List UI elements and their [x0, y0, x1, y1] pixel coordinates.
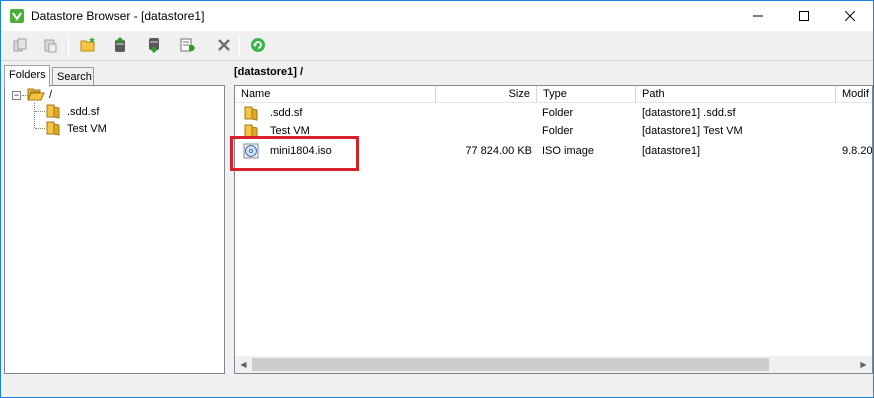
tree-item-test-vm[interactable]: Test VM	[45, 121, 107, 137]
maximize-button[interactable]	[781, 1, 827, 31]
tree-item-label: /	[49, 89, 53, 101]
new-folder-icon	[80, 36, 96, 56]
highlight-annotation	[230, 136, 359, 171]
upload-button[interactable]	[109, 35, 131, 57]
table-row[interactable]: .sdd.sf Folder [datastore1] .sdd.sf	[235, 104, 872, 122]
window-title: Datastore Browser - [datastore1]	[31, 9, 205, 23]
toolbar-separator	[239, 36, 240, 56]
file-type: Folder	[542, 107, 574, 119]
file-modified: 9.8.20	[842, 145, 873, 157]
column-header-row: Name Size Type Path Modif	[235, 86, 872, 103]
delete-button[interactable]	[213, 35, 235, 57]
tree-collapse-toggle[interactable]: −	[12, 91, 21, 100]
tree-connector	[34, 103, 35, 128]
title-bar: Datastore Browser - [datastore1]	[1, 1, 873, 31]
tree-item-label: .sdd.sf	[67, 106, 100, 118]
panel-splitter[interactable]	[227, 63, 233, 375]
minimize-button[interactable]	[735, 1, 781, 31]
file-type: ISO image	[542, 145, 594, 157]
download-icon	[146, 37, 162, 56]
scroll-left-arrow[interactable]: ◀	[235, 356, 252, 373]
delete-icon	[216, 37, 232, 56]
scroll-right-arrow[interactable]: ▶	[855, 356, 872, 373]
file-path: [datastore1] Test VM	[642, 125, 743, 137]
copy-icon	[12, 37, 28, 56]
current-path-label: [datastore1] /	[234, 66, 304, 78]
tree-connector	[35, 128, 45, 129]
register-vm-icon	[179, 37, 195, 56]
column-header-name[interactable]: Name	[235, 86, 436, 103]
refresh-icon	[250, 37, 266, 56]
refresh-button[interactable]	[247, 35, 269, 57]
upload-icon	[112, 36, 128, 56]
tab-folders[interactable]: Folders	[4, 65, 50, 87]
open-folder-icon	[27, 86, 45, 105]
toolbar	[1, 31, 873, 61]
column-header-size[interactable]: Size	[436, 86, 537, 103]
file-path: [datastore1]	[642, 145, 701, 157]
file-type: Folder	[542, 125, 574, 137]
paste-button[interactable]	[39, 35, 61, 57]
close-button[interactable]	[827, 1, 873, 31]
download-button[interactable]	[143, 35, 165, 57]
new-folder-button[interactable]	[77, 35, 99, 57]
tab-search[interactable]: Search	[52, 67, 94, 85]
register-vm-button[interactable]	[176, 35, 198, 57]
tree-item-sdd-sf[interactable]: .sdd.sf	[45, 104, 99, 120]
vsphere-app-icon	[9, 8, 25, 24]
tree-connector	[35, 111, 45, 112]
file-name: .sdd.sf	[270, 107, 303, 119]
tree-item-root[interactable]: /	[27, 87, 52, 103]
file-path: [datastore1] .sdd.sf	[642, 107, 736, 119]
column-header-path[interactable]: Path	[636, 86, 836, 103]
file-list: Name Size Type Path Modif .sdd.sf Folder…	[234, 85, 873, 374]
folder-tree: − / .sdd.sf Test VM	[4, 85, 225, 374]
folder-icon	[243, 105, 259, 121]
column-header-modified[interactable]: Modif	[836, 86, 872, 103]
copy-button[interactable]	[9, 35, 31, 57]
column-header-type[interactable]: Type	[537, 86, 636, 103]
horizontal-scrollbar[interactable]: ◀ ▶	[235, 356, 872, 373]
file-size: 77 824.00 KB	[465, 145, 532, 157]
scrollbar-thumb[interactable]	[252, 358, 769, 371]
folder-icon	[45, 120, 61, 139]
status-bar	[1, 376, 873, 397]
tree-item-label: Test VM	[67, 123, 107, 135]
paste-icon	[42, 37, 58, 56]
toolbar-separator	[68, 36, 69, 56]
datastore-browser-window: Datastore Browser - [datastore1] Folders…	[0, 0, 874, 398]
